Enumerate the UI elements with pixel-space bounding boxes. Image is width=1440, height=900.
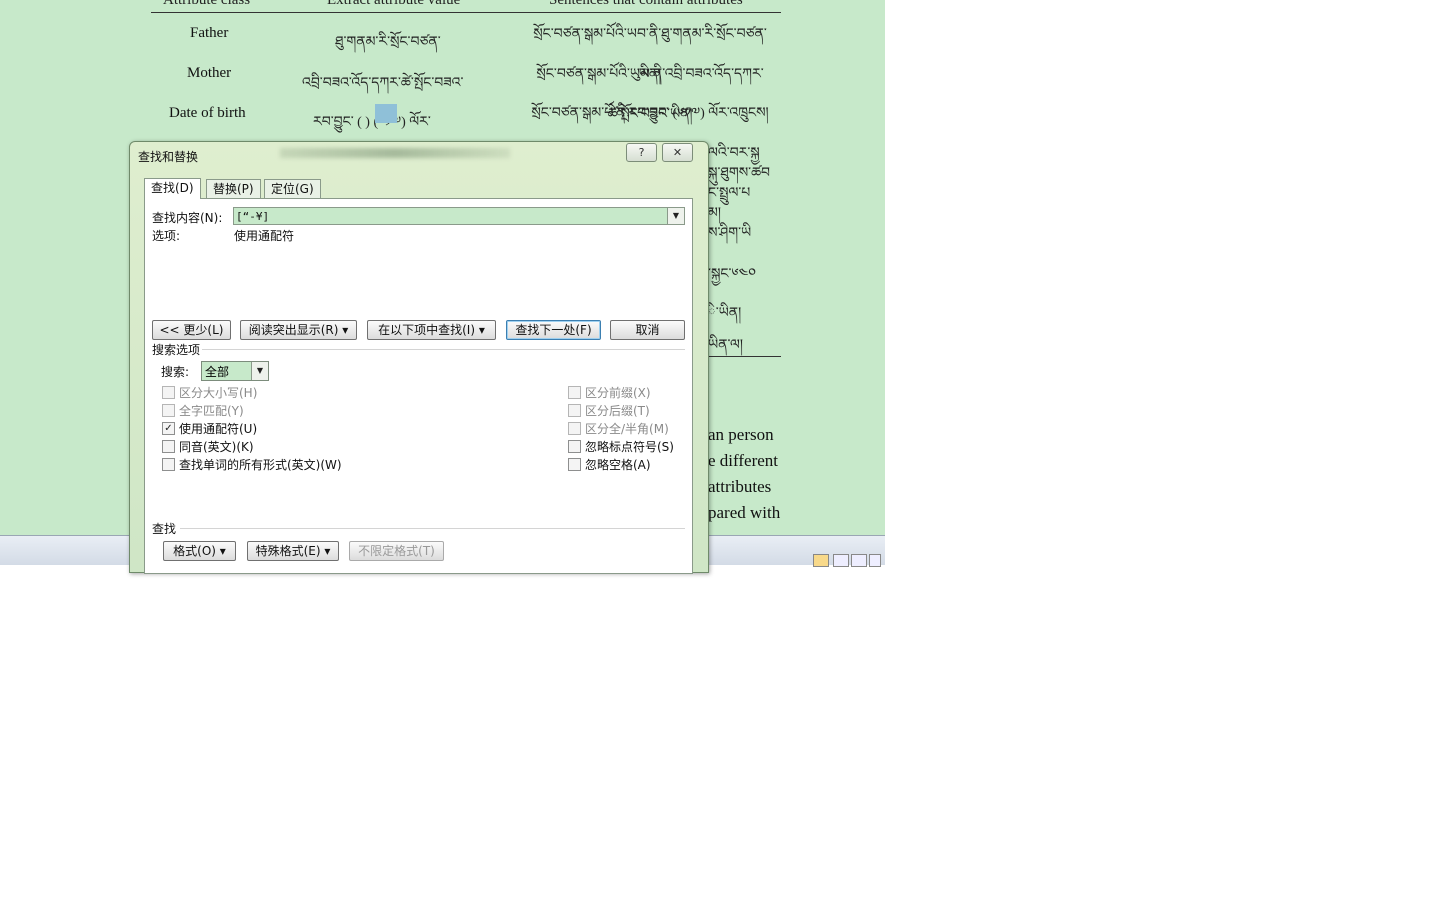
ignore-punctuation-label: 忽略标点符号(S): [585, 440, 674, 454]
full-screen-reading-view-icon[interactable]: [833, 554, 849, 567]
search-direction-value: 全部: [205, 365, 230, 379]
find-what-label: 查找内容(N):: [152, 211, 223, 225]
divider: [202, 349, 685, 350]
find-what-input[interactable]: [236, 208, 664, 224]
paragraph-line: e different: [708, 451, 779, 470]
options-value: 使用通配符: [234, 229, 295, 243]
dialog-title: 查找和替换: [138, 150, 199, 164]
web-layout-view-icon[interactable]: [851, 554, 867, 567]
tab-replace[interactable]: 替换(P): [206, 179, 261, 198]
table-header-attribute-class: Attribute class: [163, 0, 251, 8]
whole-word-checkbox[interactable]: [162, 404, 175, 417]
table-fragment: ཡིན་ལ།: [708, 338, 743, 353]
ignore-whitespace-checkbox[interactable]: [568, 458, 581, 471]
ignore-whitespace-label: 忽略空格(A): [585, 458, 651, 472]
match-prefix-checkbox[interactable]: [568, 386, 581, 399]
table-cell-father: Father: [190, 25, 229, 41]
match-suffix-checkbox[interactable]: [568, 404, 581, 417]
help-icon[interactable]: ?: [626, 143, 657, 162]
whole-word-label: 全字匹配(Y): [179, 404, 244, 418]
find-section-title: 查找: [152, 522, 177, 536]
all-word-forms-label: 查找单词的所有形式(英文)(W): [179, 458, 342, 472]
title-bar-decoration: [280, 148, 510, 158]
find-in-button[interactable]: 在以下项中查找(I) ▾: [367, 320, 496, 340]
tab-goto[interactable]: 定位(G): [264, 179, 321, 198]
chevron-down-icon[interactable]: ▼: [667, 208, 684, 224]
match-width-checkbox[interactable]: [568, 422, 581, 435]
find-next-button[interactable]: 查找下一处(F): [506, 320, 601, 340]
special-format-button[interactable]: 特殊格式(E) ▾: [247, 541, 339, 561]
less-button[interactable]: << 更少(L): [152, 320, 231, 340]
table-cell-dob-sentence: སྲོང་བཙན་སྒམ་པོ་ནི་རབ་བྱུང་ (༦༡༧) ལོར་འཁ…: [531, 106, 769, 121]
table-cell-mother: Mother: [187, 65, 232, 81]
sounds-like-label: 同音(英文)(K): [179, 440, 254, 454]
search-options-title: 搜索选项: [152, 343, 201, 357]
find-what-combo[interactable]: ▼: [233, 207, 685, 225]
table-fragment: ས་ཤིག་ཡི: [708, 226, 752, 241]
search-highlight: [375, 104, 397, 123]
search-direction-label: 搜索:: [161, 365, 190, 379]
table-cell-dob-value: རབ་བྱུང་ ( ) (༦༡༧) ལོར་: [313, 115, 431, 130]
table-cell-mother-value: འབྲི་བཟའ་འོད་དཀར་ཚེ་སྤོང་བཟའ་: [302, 76, 464, 91]
sounds-like-checkbox[interactable]: [162, 440, 175, 453]
table-cell-date-of-birth: Date of birth: [169, 105, 246, 121]
no-formatting-button[interactable]: 不限定格式(T): [349, 541, 444, 561]
table-bottom-rule: [700, 356, 781, 357]
table-fragment: ་སྐྱང་༦༤༠: [708, 267, 756, 282]
divider: [180, 528, 685, 529]
find-replace-dialog: 查找和替换 ? ✕ 查找(D) 替换(P) 定位(G) 查找内容(N): ▼ 选…: [129, 141, 709, 574]
search-direction-select[interactable]: 全部 ▼: [201, 361, 269, 381]
all-word-forms-checkbox[interactable]: [162, 458, 175, 471]
paragraph-line: an person: [708, 425, 774, 444]
match-width-label: 区分全/半角(M): [585, 422, 669, 436]
use-wildcards-label: 使用通配符(U): [179, 422, 258, 436]
paragraph-line: pared with: [708, 503, 781, 522]
outline-view-icon[interactable]: [869, 554, 881, 567]
format-button[interactable]: 格式(O) ▾: [163, 541, 236, 561]
cancel-button[interactable]: 取消: [610, 320, 685, 340]
chevron-down-icon[interactable]: ▼: [251, 362, 268, 380]
options-label: 选项:: [152, 229, 181, 243]
table-header-rule: [151, 12, 781, 13]
table-cell-father-value: ཐུ་གནམ་རི་སྲོང་བཙན་: [335, 35, 441, 50]
close-icon[interactable]: ✕: [662, 143, 693, 162]
ignore-punctuation-checkbox[interactable]: [568, 440, 581, 453]
reading-highlight-button[interactable]: 阅读突出显示(R) ▾: [240, 320, 357, 340]
table-header-extract-value: Extract attribute value: [327, 0, 461, 8]
match-case-checkbox[interactable]: [162, 386, 175, 399]
table-header-sentences: Sentences that contain attributes: [549, 0, 743, 8]
use-wildcards-checkbox[interactable]: ✓: [162, 422, 175, 435]
tab-find[interactable]: 查找(D): [144, 178, 201, 199]
print-layout-view-icon[interactable]: [813, 554, 829, 567]
match-case-label: 区分大小写(H): [179, 386, 258, 400]
match-prefix-label: 区分前缀(X): [585, 386, 651, 400]
match-suffix-label: 区分后缀(T): [585, 404, 650, 418]
paragraph-line: attributes: [708, 477, 772, 496]
